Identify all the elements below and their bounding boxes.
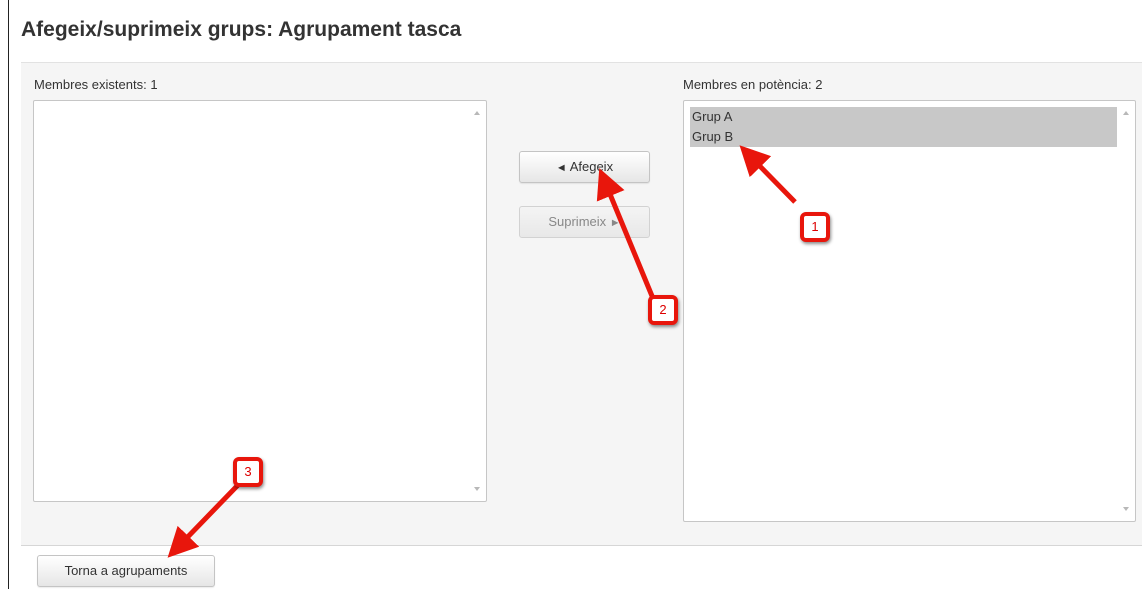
annotation-badge-1: 1 <box>800 212 830 242</box>
annotation-badge-2: 2 <box>648 295 678 325</box>
annotation-arrow-3 <box>167 483 240 558</box>
annotation-badge-3: 3 <box>233 457 263 487</box>
annotation-arrow-2 <box>596 168 655 297</box>
annotation-arrows <box>167 145 797 558</box>
annotation-arrow-1 <box>739 145 797 204</box>
